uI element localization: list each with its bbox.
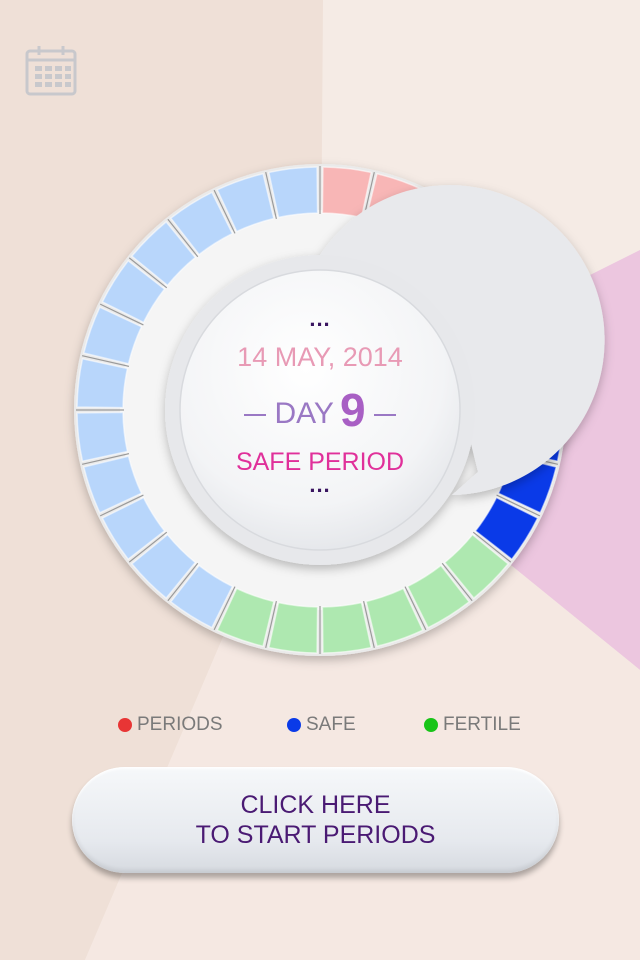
legend-periods: PERIODS [118, 714, 223, 736]
day-segment-fertile [321, 601, 373, 654]
start-button-line2: TO START PERIODS [195, 821, 436, 849]
day-segment-period [321, 166, 373, 219]
legend-fertile-label: FERTILE [443, 714, 521, 735]
date-label: 14 MAY, 2014 [237, 342, 403, 372]
legend-safe: SAFE [287, 714, 356, 736]
legend-periods-dot [118, 718, 132, 732]
hub-dots-top: ... [309, 306, 331, 331]
day-segment-safe [267, 166, 319, 219]
legend-fertile-dot [424, 718, 438, 732]
start-periods-button[interactable]: CLICK HERE TO START PERIODS [72, 767, 559, 873]
legend-safe-dot [287, 718, 301, 732]
legend-periods-label: PERIODS [137, 714, 223, 735]
start-button-line1: CLICK HERE [240, 791, 391, 819]
dash-right [373, 414, 396, 417]
day-prefix: DAY [274, 397, 334, 430]
legend-safe-label: SAFE [306, 714, 356, 735]
dash-left [244, 414, 267, 417]
day-segment-fertile [267, 601, 319, 654]
hub-dots-bottom: ... [309, 472, 331, 497]
legend-fertile: FERTILE [424, 714, 521, 736]
day-number: 9 [339, 384, 366, 436]
day-indicator: DAY 9 [0, 380, 640, 444]
